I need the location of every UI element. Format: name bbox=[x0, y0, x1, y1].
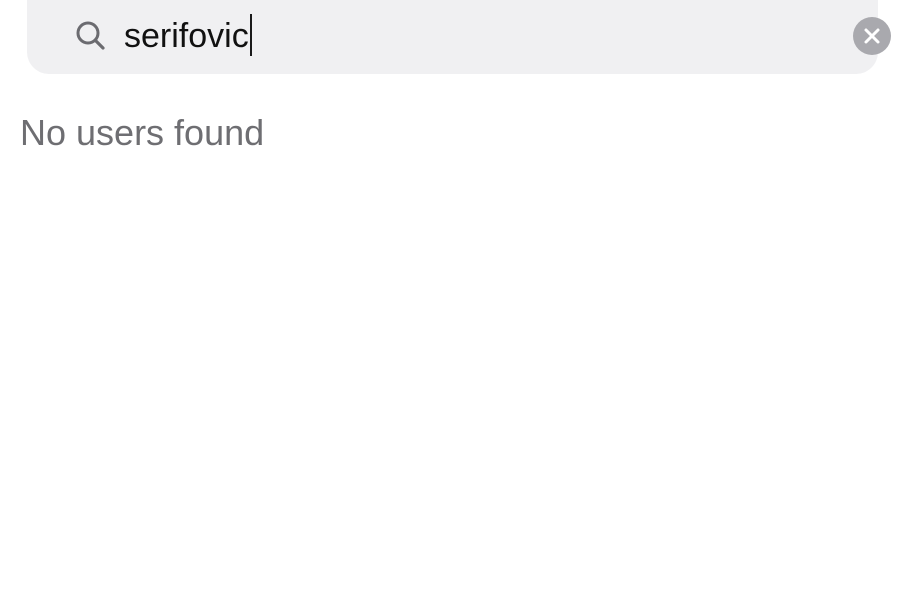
search-bar[interactable]: serifovic bbox=[27, 0, 891, 74]
clear-search-button[interactable] bbox=[853, 17, 891, 55]
no-results-message: No users found bbox=[20, 112, 265, 153]
search-input[interactable]: serifovic bbox=[124, 14, 252, 58]
text-caret bbox=[249, 14, 252, 57]
search-icon bbox=[74, 19, 108, 53]
clear-icon bbox=[864, 28, 880, 44]
user-search-screen: serifovic No users found bbox=[0, 0, 900, 600]
search-input-text: serifovic bbox=[124, 17, 249, 55]
